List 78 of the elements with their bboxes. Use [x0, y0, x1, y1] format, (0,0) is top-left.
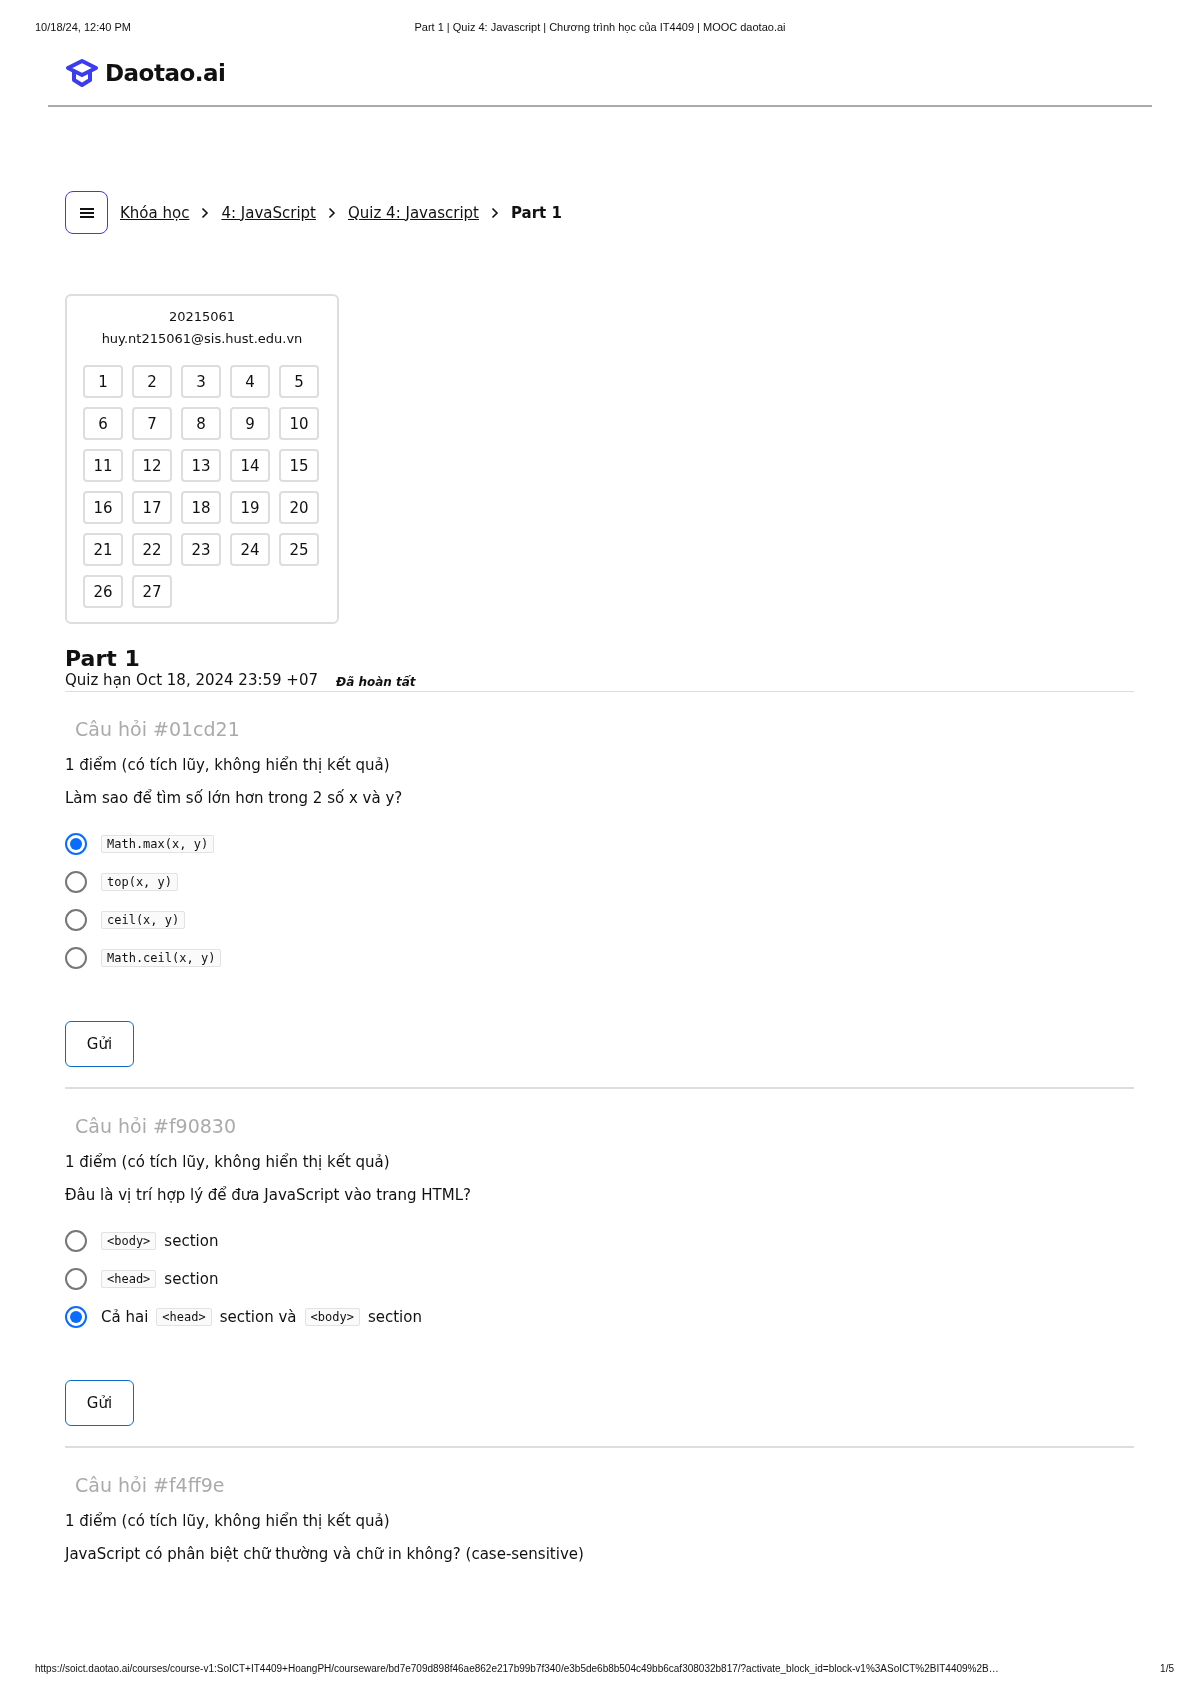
question-number-button[interactable]: 22: [132, 533, 172, 566]
question-number-button[interactable]: 2: [132, 365, 172, 398]
radio-button[interactable]: [65, 1306, 87, 1328]
question-points: 1 điểm (có tích lũy, không hiển thị kết quả): [65, 756, 391, 774]
code-snippet: <body>: [101, 1232, 157, 1250]
question-number-button[interactable]: 15: [279, 449, 319, 482]
radio-button[interactable]: [65, 1230, 87, 1252]
option-text: section: [367, 1308, 422, 1326]
code-snippet: <head>: [156, 1308, 212, 1326]
question-number-button[interactable]: 14: [230, 449, 270, 482]
question-number-button[interactable]: 5: [279, 365, 319, 398]
question-number-button[interactable]: 23: [181, 533, 221, 566]
code-snippet: top(x, y): [101, 873, 179, 891]
code-snippet: <head>: [101, 1270, 157, 1288]
question-number-button[interactable]: 26: [83, 575, 123, 608]
question-header: Câu hỏi #f4ff9e: [75, 1474, 226, 1496]
page-url: https://soict.daotao.ai/courses/course-v1:SoICT+IT4409+HoangPH/courseware/bd7e709d898f46ae862e217b99b7f340/e3b5de6b8b504c49bb6caf308032b817/?activate_block_id=block-v1%3ASoICT%2BIT4409%2B…: [35, 1663, 999, 1674]
due-date: Quiz hạn Oct 18, 2024 23:59 +07: [65, 671, 318, 689]
question-number-button[interactable]: 17: [132, 491, 172, 524]
breadcrumb-link[interactable]: Quiz 4: Javascript: [348, 203, 479, 222]
submit-button[interactable]: Gửi: [65, 1380, 134, 1426]
question-number-button[interactable]: 6: [83, 407, 123, 440]
question-number-button[interactable]: 11: [83, 449, 123, 482]
code-snippet: ceil(x, y): [101, 911, 186, 929]
question-number-button[interactable]: 25: [279, 533, 319, 566]
question-text: Đâu là vị trí hợp lý để đưa JavaScript vào trang HTML?: [65, 1186, 473, 1204]
option-text: section và: [219, 1308, 297, 1326]
submit-button[interactable]: Gửi: [65, 1021, 134, 1067]
logo-text: Daotao.ai: [105, 60, 226, 86]
part-title: Part 1: [65, 646, 141, 671]
option-text: Cả hai: [101, 1308, 149, 1326]
option-text: section: [164, 1232, 219, 1250]
page-number: 1/5: [1160, 1663, 1174, 1674]
question-number-button[interactable]: 4: [230, 365, 270, 398]
student-id: 20215061: [168, 309, 236, 324]
breadcrumb-link[interactable]: 4: JavaScript: [221, 203, 316, 222]
radio-button[interactable]: [65, 1268, 87, 1290]
question-number-button[interactable]: 10: [279, 407, 319, 440]
print-date: 10/18/24, 12:40 PM: [35, 21, 131, 35]
question-number-button[interactable]: 20: [279, 491, 319, 524]
question-header: Câu hỏi #01cd21: [75, 718, 241, 740]
chevron-icon: [328, 206, 336, 219]
chevron-icon: [201, 206, 210, 219]
question-number-button[interactable]: 3: [181, 365, 221, 398]
completion-status: Đã hoàn tất: [336, 675, 416, 689]
menu-button[interactable]: [65, 191, 108, 234]
question-number-button[interactable]: 27: [132, 575, 172, 608]
question-number-button[interactable]: 19: [230, 491, 270, 524]
question-text: JavaScript có phân biệt chữ thường và chữ in không? (case-sensitive): [65, 1545, 585, 1563]
radio-button[interactable]: [65, 871, 87, 893]
question-points: 1 điểm (có tích lũy, không hiển thị kết quả): [65, 1153, 391, 1171]
question-number-button[interactable]: 8: [181, 407, 221, 440]
code-snippet: <body>: [304, 1308, 360, 1326]
code-snippet: Math.max(x, y): [101, 835, 215, 853]
question-number-button[interactable]: 24: [230, 533, 270, 566]
option-text: section: [164, 1270, 219, 1288]
radio-button[interactable]: [65, 909, 87, 931]
question-number-button[interactable]: 1: [83, 365, 123, 398]
radio-button[interactable]: [65, 833, 87, 855]
code-snippet: Math.ceil(x, y): [101, 949, 222, 967]
graduation-cap-icon: [65, 58, 99, 88]
question-text: Làm sao để tìm số lớn hơn trong 2 số x và y?: [65, 789, 404, 807]
question-number-button[interactable]: 16: [83, 491, 123, 524]
chevron-icon: [490, 206, 499, 219]
question-number-button[interactable]: 13: [181, 449, 221, 482]
menu-icon: [79, 206, 94, 219]
radio-button[interactable]: [65, 947, 87, 969]
question-number-button[interactable]: 21: [83, 533, 123, 566]
question-number-button[interactable]: 18: [181, 491, 221, 524]
student-email: huy.nt215061@sis.hust.edu.vn: [101, 331, 303, 346]
question-number-button[interactable]: 7: [132, 407, 172, 440]
page-title: Part 1 | Quiz 4: Javascript | Chương trình học của IT4409 | MOOC daotao.ai: [414, 21, 786, 33]
breadcrumb-current: Part 1: [510, 203, 562, 222]
question-header: Câu hỏi #f90830: [75, 1115, 238, 1137]
question-number-button[interactable]: 9: [230, 407, 270, 440]
question-number-button[interactable]: 12: [132, 449, 172, 482]
breadcrumb-link[interactable]: Khóa học: [120, 203, 190, 222]
question-points: 1 điểm (có tích lũy, không hiển thị kết quả): [65, 1512, 391, 1530]
